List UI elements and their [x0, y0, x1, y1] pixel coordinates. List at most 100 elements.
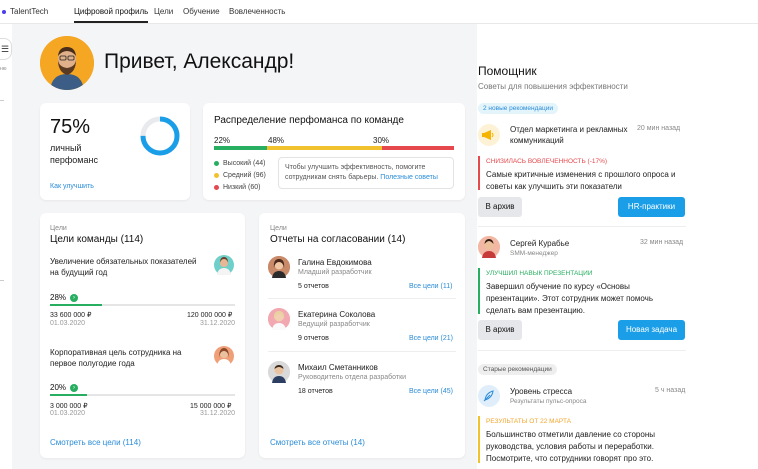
goal-end-date: 31.12.2020	[200, 320, 236, 327]
all-goals-link[interactable]: Все цели (11)	[409, 283, 452, 290]
nav-tab-engagement[interactable]: Вовлеченность	[229, 7, 285, 16]
brand-logo[interactable]: TalentTech	[2, 7, 48, 16]
view-all-reports-link[interactable]: Смотреть все отчеты (14)	[270, 438, 365, 447]
rec-tag: СНИЗИЛАСЬ ВОВЛЕЧЕННОСТЬ (-17%)	[486, 158, 608, 165]
rec-title[interactable]: Отдел маркетинга и рекламных коммуникаци…	[510, 124, 630, 146]
nav-tab-learning[interactable]: Обучение	[183, 7, 220, 16]
megaphone-glyph	[482, 130, 494, 140]
rec-text: Самые критичные изменения с прошлого опр…	[486, 170, 676, 191]
hamburger-icon[interactable]: ☰	[0, 38, 12, 60]
goal-title[interactable]: Увеличение обязательных показателей на б…	[50, 256, 200, 278]
employee-name[interactable]: Екатерина Соколова	[298, 310, 375, 319]
rec-text: Большинство отметили давление со стороны…	[486, 430, 655, 463]
goal-progress-percent: 20% ›	[50, 383, 79, 392]
user-avatar[interactable]	[40, 36, 94, 90]
segment-pct-high: 22%	[214, 136, 231, 145]
employee-role: Ведущий разработчик	[298, 321, 370, 328]
rec-title[interactable]: Уровень стресса	[510, 386, 572, 397]
archive-button[interactable]: В архив	[478, 320, 522, 340]
legend-high: Высокий (44)	[214, 160, 265, 167]
avatar-illustration	[268, 361, 290, 383]
arrow-right-icon: ›	[70, 293, 79, 302]
avatar-illustration	[478, 236, 500, 258]
goal-owner-avatar	[214, 255, 234, 275]
segment-pct-mid: 48%	[268, 136, 285, 145]
avatar-illustration	[268, 308, 290, 330]
legend-label-high: Высокий (44)	[223, 160, 266, 167]
nav-tab-digital-profile[interactable]: Цифровой профиль	[74, 7, 149, 23]
employee-name[interactable]: Галина Евдокимова	[298, 258, 372, 267]
greeting-title: Привет, Александр!	[104, 50, 295, 73]
assistant-subtitle: Советы для повышения эффективности	[478, 82, 628, 91]
employee-role: Младший разработчик	[298, 269, 372, 276]
side-rail	[0, 24, 12, 469]
improvement-tip: Чтобы улучшить эффективность, помогите с…	[278, 157, 454, 189]
brand-name: TalentTech	[10, 7, 49, 16]
side-divider	[0, 100, 4, 101]
legend-low: Низкий (60)	[214, 184, 260, 191]
goal-owner-avatar	[214, 346, 234, 366]
side-hint: ню	[0, 66, 7, 72]
all-goals-link[interactable]: Все цели (21)	[409, 335, 453, 342]
team-goals-card	[40, 213, 245, 458]
goal-start-date: 01.03.2020	[50, 320, 86, 327]
archive-button[interactable]: В архив	[478, 197, 522, 217]
goal-start-amount: 33 600 000 ₽	[50, 312, 92, 319]
new-task-button[interactable]: Новая задача	[618, 320, 685, 340]
rec-body: УЛУЧШИЛ НАВЫК ПРЕЗЕНТАЦИИ Завершил обучен…	[486, 268, 681, 317]
segment-bar-mid	[266, 146, 382, 150]
legend-dot-low	[214, 185, 219, 190]
avatar-illustration	[268, 256, 290, 278]
goal-progress-percent: 28% ›	[50, 293, 79, 302]
rec-accent-line	[478, 416, 480, 463]
rec-subtitle: SMM-менеджер	[510, 250, 558, 257]
segment-bar-high	[214, 146, 267, 150]
goal-progress-track	[50, 394, 235, 396]
goal-start-date: 01.03.2020	[50, 410, 86, 417]
all-goals-link[interactable]: Все цели (45)	[409, 388, 453, 395]
employee-name[interactable]: Михаил Сметанников	[298, 363, 378, 372]
reports-caption: Цели	[270, 225, 287, 232]
rec-divider	[478, 226, 686, 227]
goal-progress-fill	[50, 394, 87, 396]
employee-avatar[interactable]	[268, 361, 290, 383]
how-to-improve-link[interactable]: Как улучшить	[50, 183, 94, 190]
rec-body: РЕЗУЛЬТАТЫ ОТ 22 МАРТА Большинство отмети…	[486, 416, 681, 465]
rec-accent-line	[478, 268, 480, 314]
goal-pct-value: 20%	[50, 383, 67, 392]
performance-label: личный перфоманс	[50, 143, 98, 165]
goal-title[interactable]: Корпоративная цель сотрудника на первое …	[50, 347, 200, 369]
goal-end-date: 31.12.2020	[200, 410, 236, 417]
assistant-title: Помощник	[478, 64, 537, 78]
side-divider	[0, 280, 4, 281]
legend-dot-mid	[214, 173, 219, 178]
rec-subtitle: Результаты пульс-опроса	[510, 398, 587, 405]
rec-title[interactable]: Сергей Курабье	[510, 238, 569, 249]
goal-pct-value: 28%	[50, 293, 67, 302]
goals-title: Цели команды (114)	[50, 234, 144, 245]
rec-time: 20 мин назад	[637, 125, 681, 132]
legend-dot-high	[214, 161, 219, 166]
employee-avatar[interactable]	[268, 308, 290, 330]
rec-time: 5 ч назад	[655, 387, 686, 394]
reports-title: Отчеты на согласовании (14)	[270, 234, 406, 245]
rec-divider	[478, 350, 686, 351]
employee-avatar[interactable]	[478, 236, 500, 258]
view-all-goals-link[interactable]: Смотреть все цели (114)	[50, 438, 141, 447]
rec-accent-line	[478, 156, 480, 190]
rec-tag: РЕЗУЛЬТАТЫ ОТ 22 МАРТА	[486, 418, 572, 425]
goal-target-amount: 120 000 000 ₽	[187, 312, 233, 319]
legend-label-low: Низкий (60)	[223, 184, 261, 191]
hr-practices-button[interactable]: HR-практики	[618, 197, 685, 217]
rec-tag: УЛУЧШИЛ НАВЫК ПРЕЗЕНТАЦИИ	[486, 270, 593, 277]
feather-icon	[478, 385, 500, 407]
nav-tab-goals[interactable]: Цели	[154, 7, 173, 16]
employee-role: Руководитель отдела разработки	[298, 374, 407, 381]
rec-time: 32 мин назад	[640, 239, 684, 246]
useful-tips-link[interactable]: Полезные советы	[380, 174, 438, 181]
legend-mid: Средний (96)	[214, 172, 266, 179]
avatar-illustration	[40, 36, 94, 90]
distribution-title: Распределение перфоманса по команде	[214, 115, 404, 126]
employee-avatar[interactable]	[268, 256, 290, 278]
performance-value: 75%	[50, 116, 91, 138]
